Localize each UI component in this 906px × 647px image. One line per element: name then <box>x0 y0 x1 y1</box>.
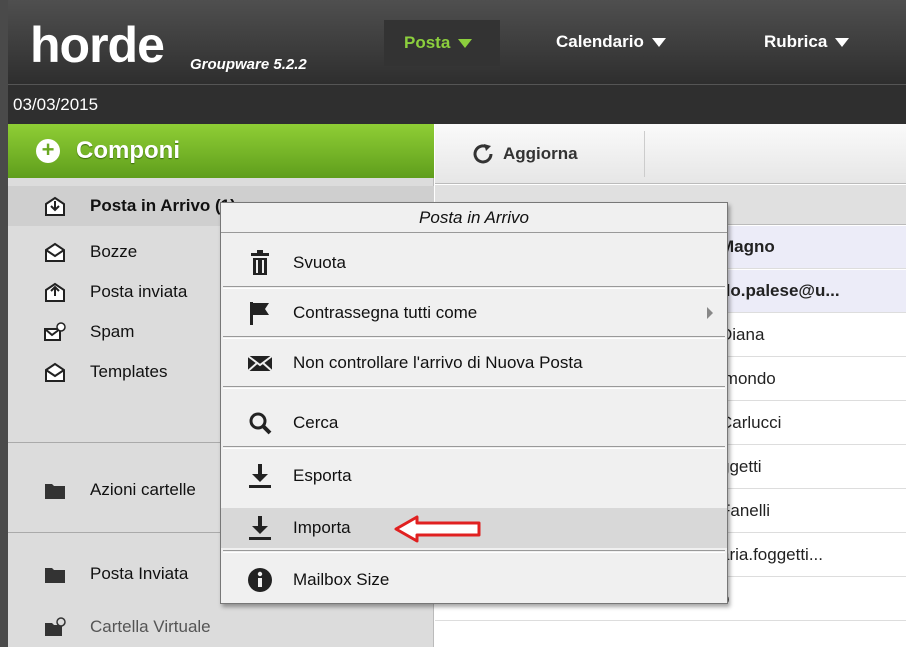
refresh-button[interactable]: Aggiorna <box>445 131 645 177</box>
tab-posta-label: Posta <box>404 33 451 52</box>
horde-logo[interactable]: horde <box>30 20 165 70</box>
sidebar-item-virtual-folder[interactable]: Cartella Virtuale <box>8 607 434 647</box>
menu-item-label: Contrassegna tutti come <box>293 303 478 322</box>
tab-calendario[interactable]: Calendario <box>556 22 666 62</box>
menu-item-label: Cerca <box>293 413 339 432</box>
sender: aria.foggetti... <box>720 545 824 564</box>
sidebar-item-label: Posta inviata <box>90 282 188 301</box>
menu-separator <box>223 550 725 553</box>
menu-item-label: Mailbox Size <box>293 570 390 589</box>
tab-rubrica[interactable]: Rubrica <box>764 22 850 62</box>
compose-label: Componi <box>76 137 180 164</box>
sidebar-item-label: Posta in Arrivo (1) <box>90 196 236 215</box>
sender: Carlucci <box>720 413 782 432</box>
menu-separator <box>223 286 725 289</box>
sidebar-item-label: Templates <box>90 362 168 381</box>
menu-item-esporta[interactable]: Esporta <box>221 456 727 496</box>
chevron-down-icon <box>458 38 473 48</box>
sidebar-item-label: Cartella Virtuale <box>90 617 211 636</box>
envelope-x-icon <box>247 355 273 372</box>
sender: Magno <box>720 237 775 256</box>
download-icon <box>249 464 271 488</box>
menu-item-cerca[interactable]: Cerca <box>221 403 727 443</box>
spam-icon <box>44 322 66 341</box>
sent-icon <box>45 282 65 302</box>
menu-item-no-new-mail-check[interactable]: Non controllare l'arrivo di Nuova Posta <box>221 343 727 383</box>
menu-item-svuota[interactable]: Svuota <box>221 243 727 283</box>
logo-version: Groupware 5.2.2 <box>190 56 307 73</box>
plus-icon: + <box>36 139 60 163</box>
sidebar-item-label: Spam <box>90 322 135 341</box>
sender: imondo <box>720 369 776 388</box>
sidebar-item-label: Posta Inviata <box>90 564 189 583</box>
download-icon <box>249 516 271 540</box>
toolbar: Aggiorna <box>435 124 906 184</box>
flag-icon <box>250 302 269 325</box>
tab-posta[interactable]: Posta <box>384 20 500 66</box>
info-icon <box>248 568 272 592</box>
compose-button[interactable]: + Componi <box>8 124 434 178</box>
virtual-folder-icon <box>45 617 66 636</box>
chevron-right-icon <box>707 307 713 319</box>
chevron-down-icon <box>835 37 850 47</box>
folder-actions-label: Azioni cartelle <box>90 480 196 499</box>
drafts-icon <box>45 242 65 262</box>
sidebar-item-label: Bozze <box>90 242 138 261</box>
refresh-icon <box>473 144 493 164</box>
folder-icon <box>45 484 65 499</box>
chevron-down-icon <box>651 37 666 47</box>
refresh-label: Aggiorna <box>503 144 578 163</box>
menu-separator <box>223 446 725 449</box>
menu-item-label: Importa <box>293 518 351 537</box>
menu-separator <box>223 336 725 339</box>
menu-item-label: Esporta <box>293 466 352 485</box>
menu-title: Posta in Arrivo <box>221 203 727 233</box>
tab-calendario-label: Calendario <box>556 32 644 51</box>
tab-rubrica-label: Rubrica <box>764 32 828 51</box>
date-bar: 03/03/2015 <box>8 84 906 124</box>
trash-icon <box>251 250 269 275</box>
menu-item-contrassegna[interactable]: Contrassegna tutti come <box>221 293 727 333</box>
search-icon <box>249 412 272 435</box>
menu-item-label: Non controllare l'arrivo di Nuova Posta <box>293 353 583 372</box>
templates-icon <box>45 362 65 382</box>
menu-item-mailbox-size[interactable]: Mailbox Size <box>221 560 727 600</box>
sender: do.palese@u... <box>720 281 840 300</box>
annotation-arrow-icon <box>394 515 481 543</box>
folder-icon <box>45 568 65 583</box>
menu-separator <box>223 386 725 389</box>
inbox-icon <box>45 196 65 216</box>
menu-item-label: Svuota <box>293 253 346 272</box>
current-date: 03/03/2015 <box>13 95 99 114</box>
